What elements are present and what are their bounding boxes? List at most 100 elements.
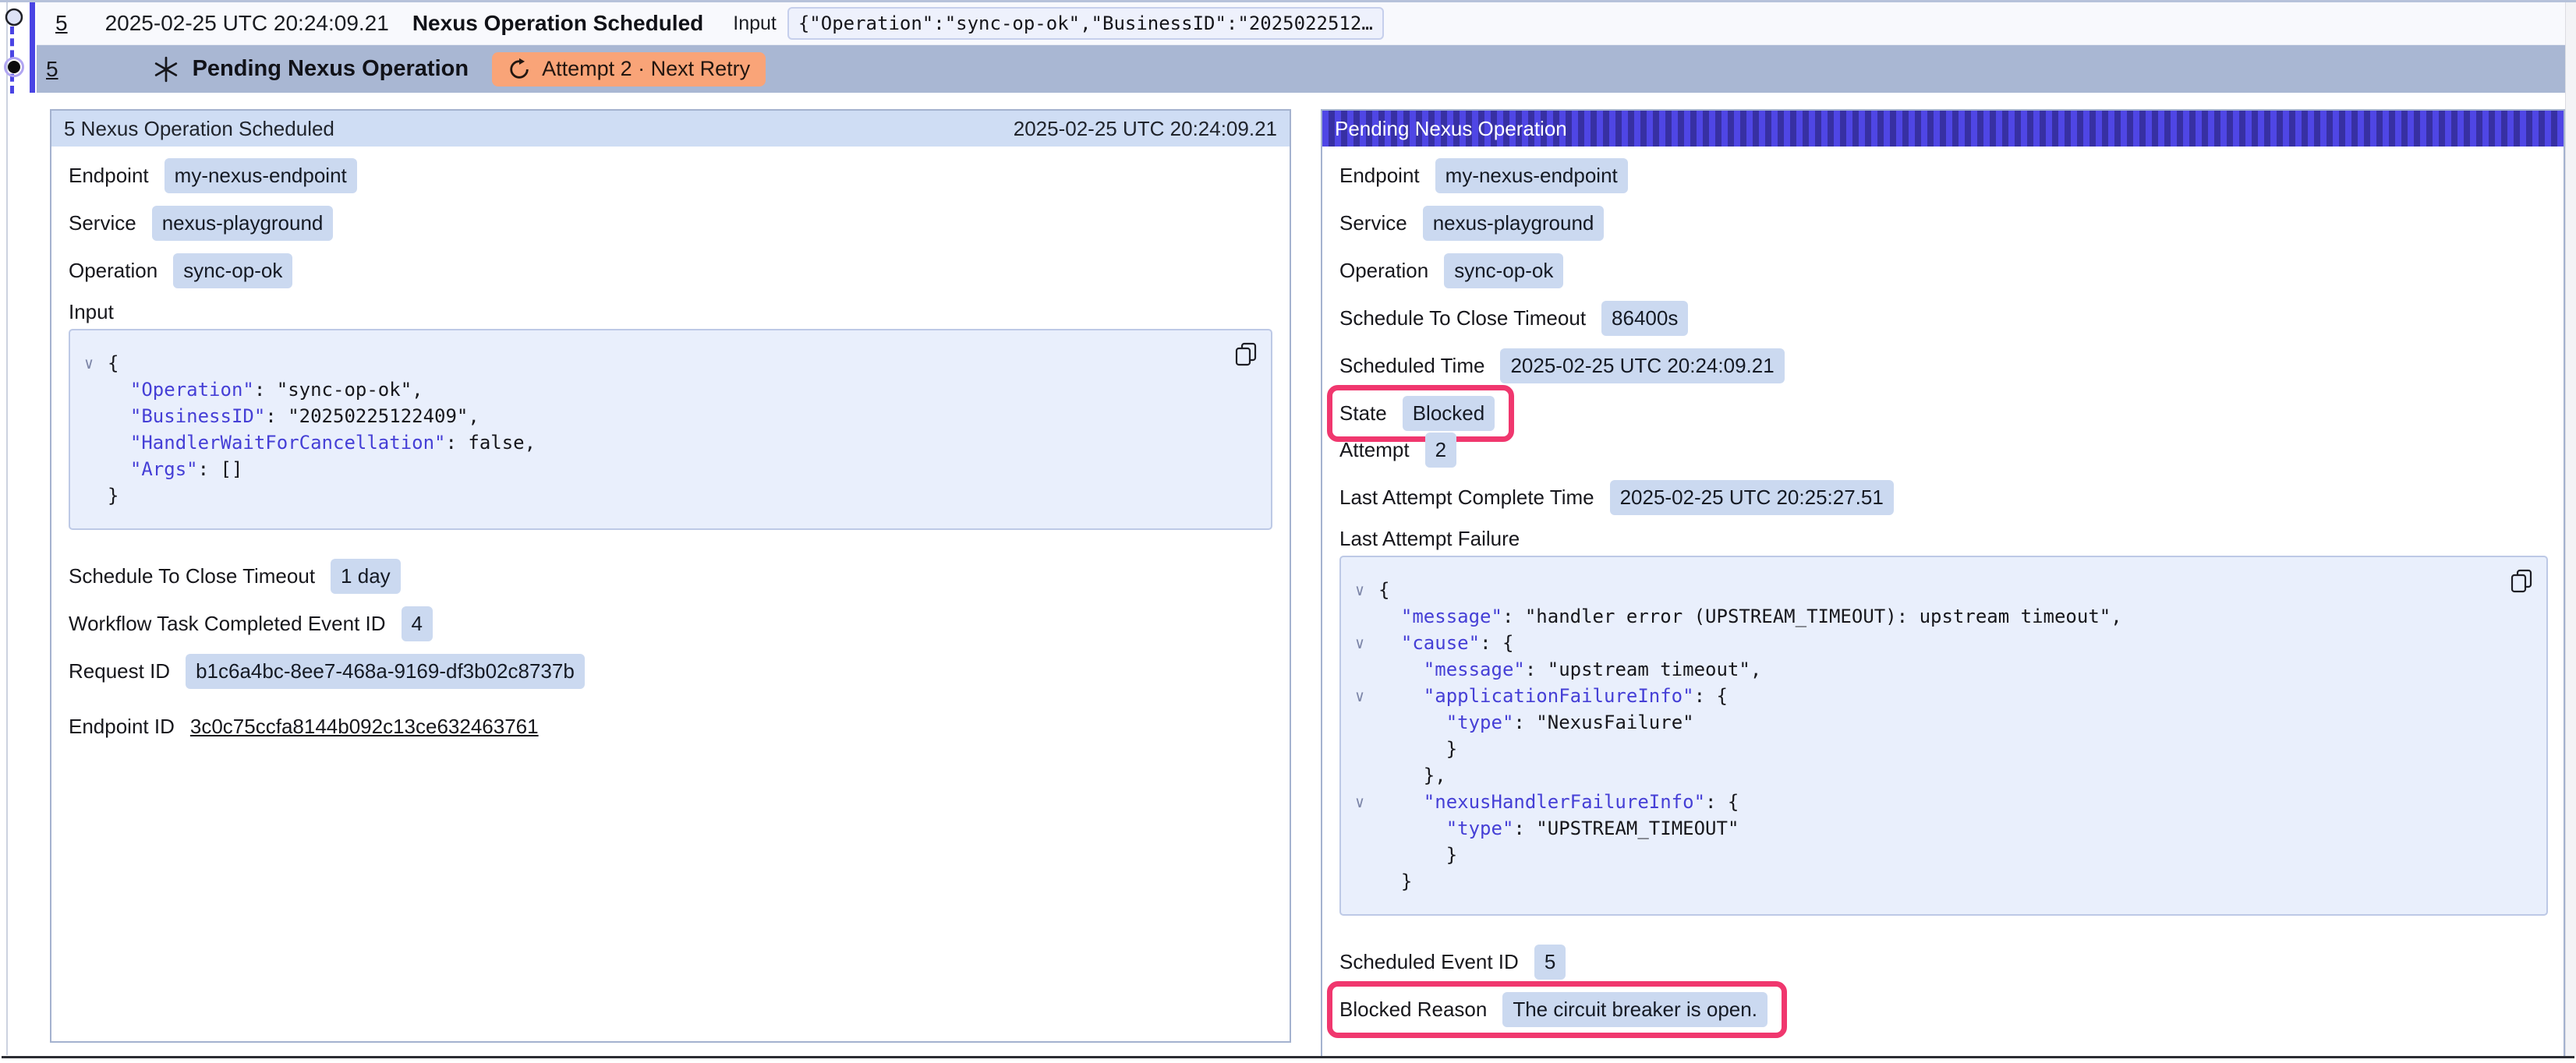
json-text: : { [1694, 683, 1728, 709]
gutter-spacer [1352, 709, 1378, 736]
field-label: Workflow Task Completed Event ID [69, 612, 386, 636]
json-key: "nexusHandlerFailureInfo" [1424, 789, 1705, 815]
json-text [108, 456, 130, 482]
card-nexus-operation-scheduled: 5 Nexus Operation Scheduled 2025-02-25 U… [50, 109, 1291, 1043]
json-text [1378, 815, 1446, 842]
json-text: : "UPSTREAM_TIMEOUT" [1513, 815, 1739, 842]
field-row-schedule-to-close-timeout: Schedule To Close Timeout86400s [1339, 300, 1688, 337]
json-key: "HandlerWaitForCancellation" [130, 429, 446, 456]
retry-badge-label: Attempt 2 · Next Retry [542, 57, 750, 81]
retry-status-badge: Attempt 2 · Next Retry [492, 52, 766, 87]
pending-asterisk-icon [152, 55, 180, 83]
field-value-chip: my-nexus-endpoint [165, 158, 357, 193]
json-line: } [1352, 842, 2500, 868]
field-value-chip: 5 [1534, 945, 1566, 980]
field-label: Endpoint [1339, 164, 1420, 188]
field-label: Attempt [1339, 438, 1410, 462]
json-text [1378, 683, 1424, 709]
field-label: Request ID [69, 659, 170, 683]
field-row-endpoint: Endpointmy-nexus-endpoint [1339, 157, 1628, 194]
json-line: }, [1352, 762, 2500, 789]
field-row-endpoint: Endpointmy-nexus-endpoint [69, 157, 357, 194]
field-label: Operation [1339, 259, 1428, 283]
event-row-nexus-operation-scheduled[interactable]: 5 2025-02-25 UTC 20:24:09.21 Nexus Opera… [37, 2, 2565, 45]
card-timestamp: 2025-02-25 UTC 20:24:09.21 [1014, 117, 1277, 141]
json-text: : "20250225122409", [265, 403, 479, 429]
chevron-down-icon[interactable]: ∨ [1352, 683, 1378, 709]
event-row-pending-nexus-operation[interactable]: 5 Pending Nexus Operation Attempt 2 · Ne… [37, 45, 2565, 93]
json-text: : { [1705, 789, 1739, 815]
json-line: "type": "UPSTREAM_TIMEOUT" [1352, 815, 2500, 842]
field-label: Service [1339, 211, 1407, 235]
field-label: Operation [69, 259, 157, 283]
json-text: : "upstream timeout", [1525, 656, 1761, 683]
json-line: } [1352, 736, 2500, 762]
json-text: : "handler error (UPSTREAM_TIMEOUT): ups… [1502, 603, 2122, 630]
chevron-down-icon[interactable]: ∨ [1352, 789, 1378, 815]
event-id-link[interactable]: 5 [46, 57, 58, 82]
gutter-spacer [81, 376, 108, 403]
json-text: : false, [445, 429, 536, 456]
field-label: Input [69, 300, 114, 324]
event-id-link[interactable]: 5 [55, 11, 68, 36]
field-value-chip: nexus-playground [152, 206, 334, 241]
field-row-blocked-reason: Blocked Reason The circuit breaker is ope… [1327, 981, 1787, 1038]
field-label: Last Attempt Failure [1339, 527, 1520, 551]
timeline-filled-circle-icon[interactable] [2, 55, 27, 79]
card-title: Pending Nexus Operation [1335, 117, 1567, 141]
json-line: ∨ "cause": { [1352, 630, 2500, 656]
field-row-attempt: Attempt 2 [1339, 432, 1456, 468]
json-text [1378, 709, 1446, 736]
field-label: Blocked Reason [1339, 998, 1487, 1022]
json-key: "applicationFailureInfo" [1424, 683, 1694, 709]
chevron-down-icon[interactable]: ∨ [81, 350, 108, 376]
field-row-last-attempt-complete-time: Last Attempt Complete Time2025-02-25 UTC… [1339, 479, 1894, 516]
field-value-chip: nexus-playground [1423, 206, 1605, 241]
chevron-down-icon[interactable]: ∨ [1352, 577, 1378, 603]
json-line: "type": "NexusFailure" [1352, 709, 2500, 736]
json-line: "BusinessID": "20250225122409", [81, 403, 1224, 429]
json-text: : "NexusFailure" [1513, 709, 1693, 736]
gutter-spacer [81, 482, 108, 509]
json-viewer: ∨{ "Operation": "sync-op-ok", "BusinessI… [69, 329, 1272, 530]
retry-icon [508, 58, 531, 81]
copy-icon[interactable] [1233, 341, 1258, 370]
timeline-active-group-bar [30, 2, 35, 93]
field-value-chip: Blocked [1403, 396, 1495, 431]
field-value-chip: 2 [1425, 433, 1456, 468]
json-text: } [1378, 868, 1412, 895]
card-pending-nexus-operation: Pending Nexus Operation Endpointmy-nexus… [1321, 109, 2565, 1056]
field-row-operation: Operationsync-op-ok [69, 253, 292, 289]
json-text: } [1378, 736, 1457, 762]
field-row-endpoint-id: Endpoint ID3c0c75ccfa8144b092c13ce632463… [69, 708, 539, 745]
event-title: Nexus Operation Scheduled [412, 11, 703, 36]
gutter-spacer [81, 456, 108, 482]
field-row-scheduled-time: Scheduled Time2025-02-25 UTC 20:24:09.21 [1339, 348, 1785, 384]
json-line: ∨{ [81, 350, 1224, 376]
input-preview-chip[interactable]: {"Operation":"sync-op-ok","BusinessID":"… [787, 7, 1384, 40]
field-value-chip: The circuit breaker is open. [1502, 992, 1767, 1027]
timeline-open-circle-icon[interactable] [2, 5, 27, 30]
field-value-chip: 1 day [331, 559, 401, 594]
json-text: } [1378, 842, 1457, 868]
chevron-down-icon[interactable]: ∨ [1352, 630, 1378, 656]
field-value-chip: b1c6a4bc-8ee7-468a-9169-df3b02c8737b [186, 654, 585, 689]
field-label: State [1339, 401, 1387, 426]
scrollbar-track[interactable] [2565, 2, 2576, 1056]
field-row-last-attempt-failure: Last Attempt Failure [1339, 527, 1520, 551]
field-value-link[interactable]: 3c0c75ccfa8144b092c13ce632463761 [190, 715, 539, 739]
gutter-spacer [1352, 762, 1378, 789]
field-row-workflow-task-completed-event-id: Workflow Task Completed Event ID4 [69, 606, 433, 642]
json-text: } [108, 482, 119, 509]
json-key: "type" [1446, 709, 1514, 736]
gutter-spacer [1352, 842, 1378, 868]
field-row-service: Service nexus-playground [1339, 205, 1604, 242]
copy-icon[interactable] [2509, 568, 2534, 597]
json-text [1378, 603, 1401, 630]
json-text: { [108, 350, 119, 376]
json-line: "Operation": "sync-op-ok", [81, 376, 1224, 403]
card-header: 5 Nexus Operation Scheduled 2025-02-25 U… [51, 111, 1290, 147]
event-title: Pending Nexus Operation [193, 56, 469, 82]
field-value-chip: 2025-02-25 UTC 20:24:09.21 [1500, 348, 1784, 383]
json-line: ∨ "nexusHandlerFailureInfo": { [1352, 789, 2500, 815]
